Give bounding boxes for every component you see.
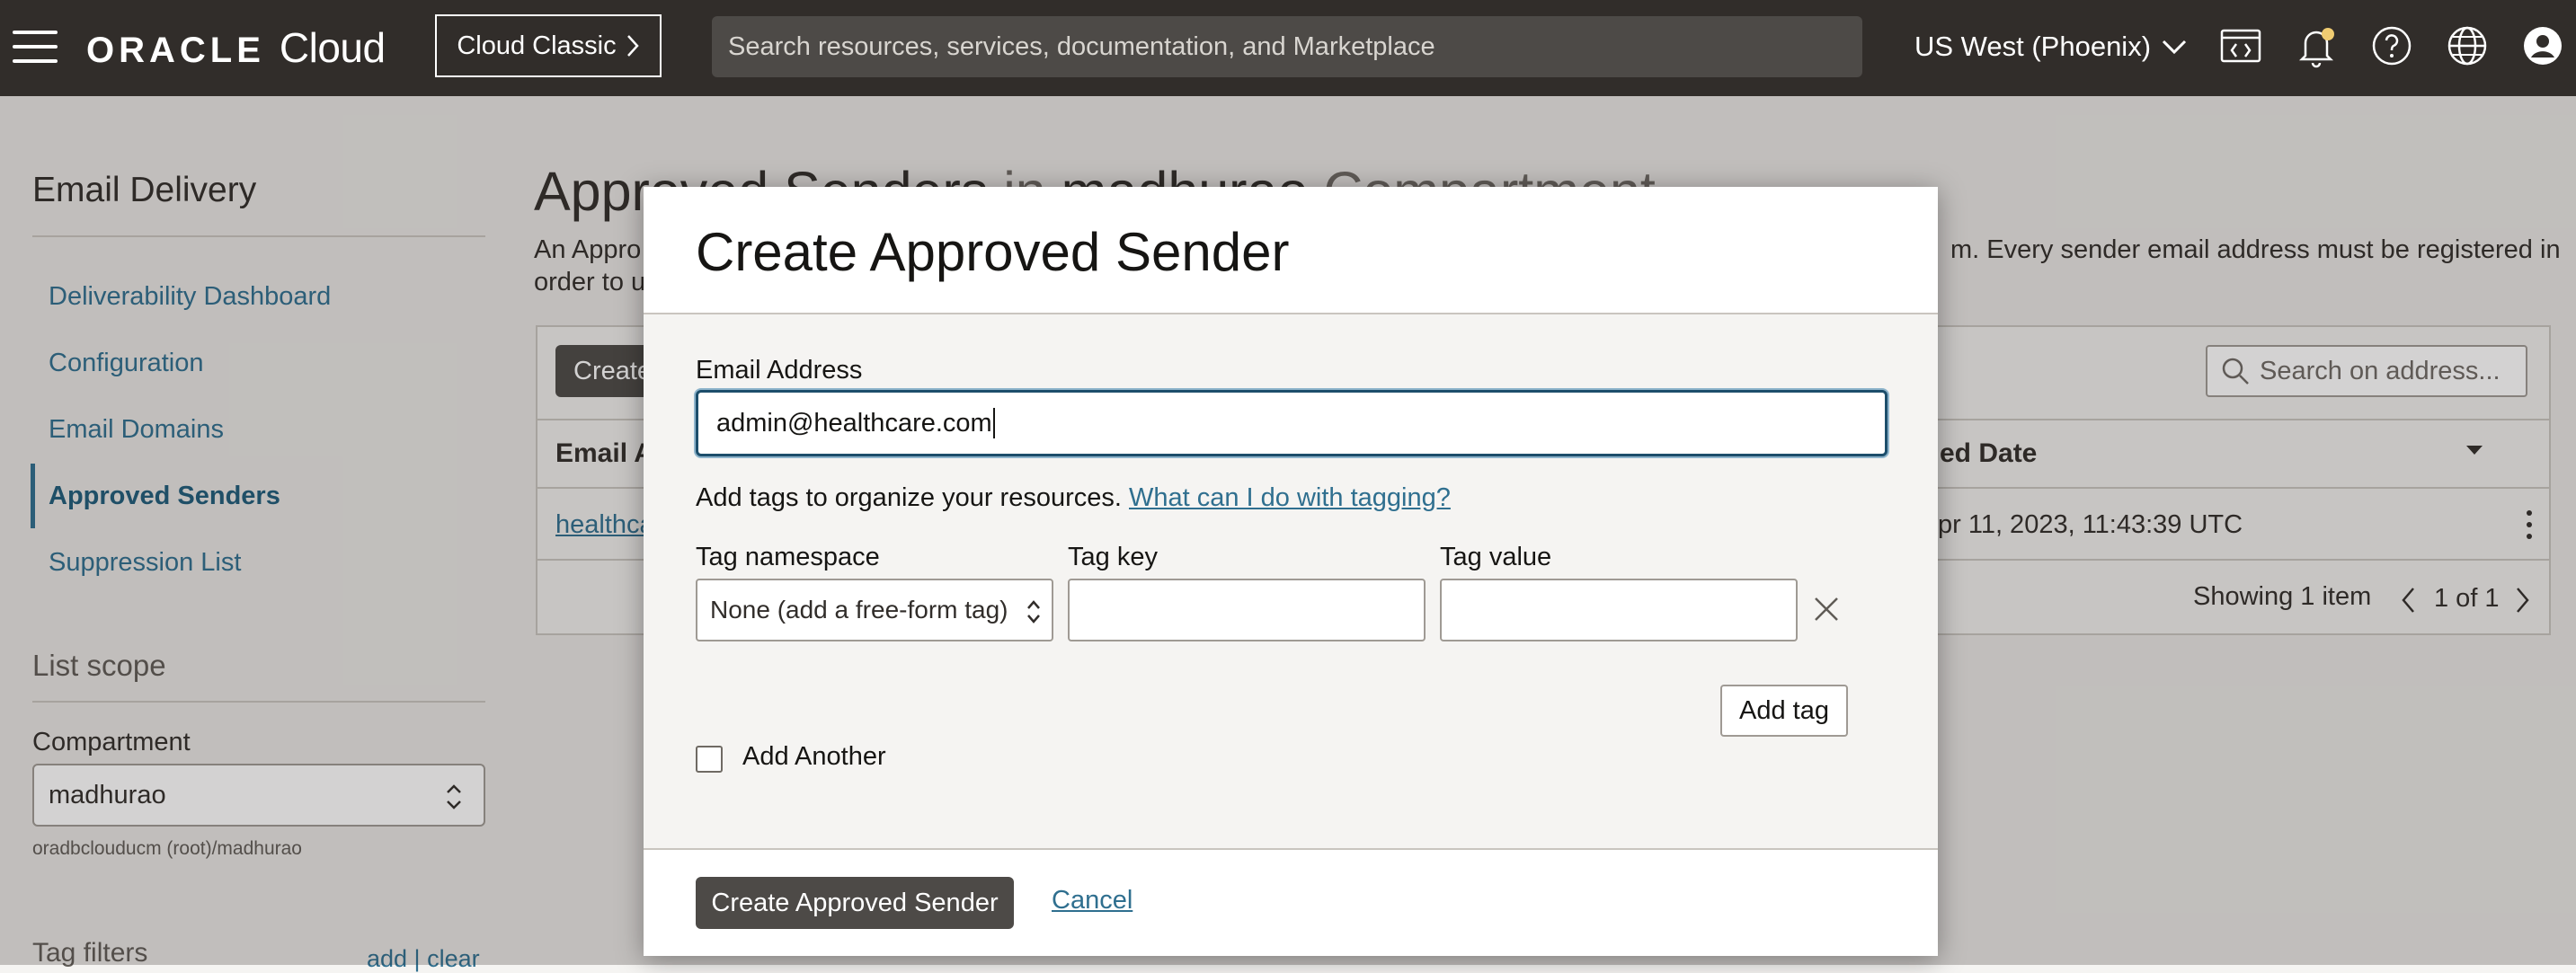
dialog-footer: Create Approved Sender Cancel (644, 848, 1938, 956)
region-selector[interactable]: US West (Phoenix) (1914, 27, 2187, 66)
tag-namespace-select[interactable]: None (add a free-form tag) (696, 579, 1053, 641)
add-another-checkbox[interactable] (696, 746, 723, 773)
oracle-cloud-logo[interactable]: ORACLE Cloud (86, 23, 386, 71)
text-caret (992, 408, 995, 438)
global-search-input[interactable]: Search resources, services, documentatio… (712, 16, 1862, 77)
tag-value-input[interactable] (1440, 579, 1798, 641)
tag-key-input[interactable] (1068, 579, 1426, 641)
tags-help-text: Add tags to organize your resources. (696, 483, 1122, 512)
logo-brand: ORACLE (86, 31, 265, 70)
create-approved-sender-submit-button[interactable]: Create Approved Sender (696, 877, 1014, 929)
add-another-label: Add Another (742, 742, 886, 771)
top-bar: ORACLE Cloud Cloud Classic Search resour… (0, 0, 2576, 96)
remove-tag-icon[interactable] (1810, 593, 1843, 625)
cloud-classic-label: Cloud Classic (457, 31, 617, 60)
email-address-value: admin@healthcare.com (716, 408, 992, 438)
region-label: US West (Phoenix) (1914, 31, 2152, 62)
logo-product: Cloud (279, 24, 386, 71)
dialog-header: Create Approved Sender (644, 187, 1938, 314)
email-address-label: Email Address (696, 356, 863, 385)
cancel-link[interactable]: Cancel (1052, 886, 1133, 916)
tag-namespace-label: Tag namespace (696, 543, 880, 571)
help-icon[interactable] (2369, 23, 2414, 68)
cloud-shell-icon[interactable] (2218, 23, 2263, 68)
tagging-help-link[interactable]: What can I do with tagging? (1129, 483, 1451, 512)
bell-icon[interactable] (2294, 23, 2339, 68)
tags-help: Add tags to organize your resources. Wha… (696, 483, 1451, 513)
chevron-right-icon (626, 35, 639, 57)
create-approved-sender-dialog: Create Approved Sender Email Address adm… (644, 187, 1938, 956)
dialog-title: Create Approved Sender (696, 222, 1290, 282)
chevron-down-icon (2162, 40, 2187, 55)
tag-namespace-value: None (add a free-form tag) (710, 596, 1008, 624)
add-tag-button[interactable]: Add tag (1720, 685, 1848, 737)
cloud-classic-button[interactable]: Cloud Classic (435, 14, 662, 77)
email-address-field[interactable]: admin@healthcare.com (696, 390, 1888, 456)
profile-icon[interactable] (2520, 23, 2565, 68)
sort-arrows-icon (1027, 600, 1040, 624)
globe-icon[interactable] (2445, 23, 2490, 68)
menu-icon[interactable] (13, 31, 58, 63)
tag-key-label: Tag key (1068, 543, 1158, 571)
tag-value-label: Tag value (1440, 543, 1552, 571)
